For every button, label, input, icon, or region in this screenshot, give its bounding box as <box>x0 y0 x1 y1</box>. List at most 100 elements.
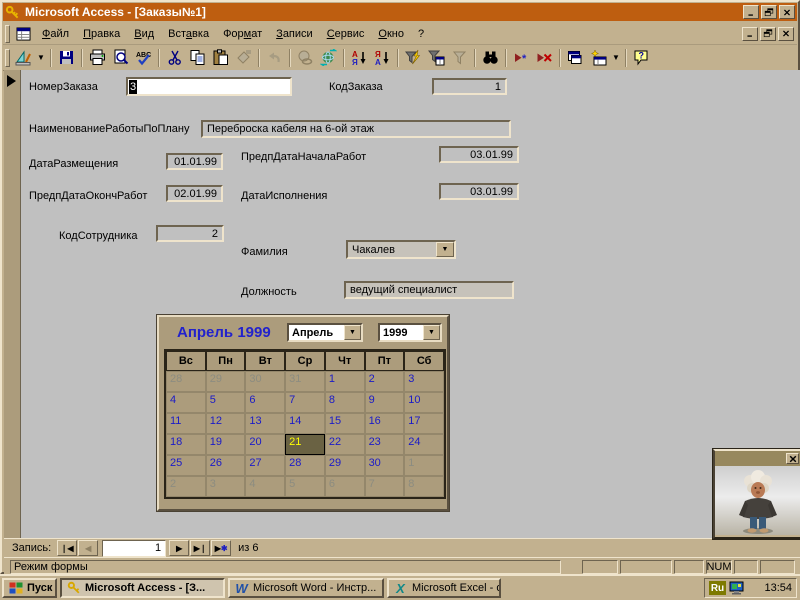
task-access[interactable]: Microsoft Access - [З... <box>60 578 225 598</box>
menu-item-Файл[interactable]: Файл <box>35 25 76 43</box>
field-kod-sotrudnika[interactable]: 2 <box>156 225 224 242</box>
delete-record-button[interactable] <box>533 47 556 69</box>
calendar-month-dropdown-icon[interactable]: ▼ <box>344 325 361 340</box>
menu-item-Правка[interactable]: Правка <box>76 25 127 43</box>
calendar-day-cell[interactable]: 28 <box>166 371 206 392</box>
calendar-day-cell[interactable]: 11 <box>166 413 206 434</box>
task-word[interactable]: W Microsoft Word - Инстр... <box>228 578 384 598</box>
calendar-day-cell[interactable]: 9 <box>365 392 405 413</box>
cut-button[interactable] <box>163 47 186 69</box>
field-kod-zakaza[interactable]: 1 <box>432 78 507 95</box>
calendar-day-cell[interactable]: 8 <box>404 476 444 497</box>
calendar-day-cell[interactable]: 14 <box>285 413 325 434</box>
calendar-day-cell[interactable]: 3 <box>206 476 246 497</box>
picture-window-close-button[interactable] <box>786 453 799 464</box>
calendar-day-cell[interactable]: 5 <box>206 392 246 413</box>
calendar-day-cell[interactable]: 23 <box>365 434 405 455</box>
new-object-button[interactable] <box>587 47 610 69</box>
calendar-day-cell[interactable]: 21 <box>285 434 325 455</box>
calendar-day-cell[interactable]: 15 <box>325 413 365 434</box>
menu-item-?[interactable]: ? <box>411 25 431 43</box>
calendar-day-cell[interactable]: 6 <box>245 392 285 413</box>
help-button[interactable]: ? <box>630 47 653 69</box>
menu-item-Записи[interactable]: Записи <box>269 25 320 43</box>
calendar-day-cell[interactable]: 12 <box>206 413 246 434</box>
calendar-day-cell[interactable]: 2 <box>166 476 206 497</box>
calendar-day-cell[interactable]: 27 <box>245 455 285 476</box>
save-button[interactable] <box>55 47 78 69</box>
view-dropdown-button[interactable]: ▼ <box>35 47 47 69</box>
calendar-day-cell[interactable]: 10 <box>404 392 444 413</box>
display-tray-icon[interactable] <box>729 581 744 595</box>
calendar-day-cell[interactable]: 20 <box>245 434 285 455</box>
record-selector-bar[interactable] <box>4 70 21 538</box>
calendar-day-cell[interactable]: 7 <box>365 476 405 497</box>
print-button[interactable] <box>86 47 109 69</box>
calendar-day-cell[interactable]: 5 <box>285 476 325 497</box>
sort-descending-button[interactable]: ЯА <box>371 47 394 69</box>
format-painter-button[interactable] <box>232 47 255 69</box>
calendar-day-cell[interactable]: 6 <box>325 476 365 497</box>
calendar-day-cell[interactable]: 24 <box>404 434 444 455</box>
field-naimenovanie[interactable]: Переброска кабеля на 6-ой этаж <box>201 120 511 138</box>
calendar-day-cell[interactable]: 29 <box>325 455 365 476</box>
calendar-day-cell[interactable]: 2 <box>365 371 405 392</box>
print-preview-button[interactable] <box>109 47 132 69</box>
calendar-day-cell[interactable]: 29 <box>206 371 246 392</box>
close-button[interactable] <box>779 5 795 19</box>
form-system-icon[interactable] <box>16 27 31 41</box>
menu-grip[interactable] <box>5 25 10 43</box>
mdi-minimize-button[interactable] <box>742 27 758 41</box>
view-design-button[interactable] <box>12 47 35 69</box>
calendar-day-cell[interactable]: 4 <box>245 476 285 497</box>
calendar-day-cell[interactable]: 1 <box>325 371 365 392</box>
menu-item-Формат[interactable]: Формат <box>216 25 269 43</box>
calendar-day-cell[interactable]: 3 <box>404 371 444 392</box>
calendar-day-cell[interactable]: 7 <box>285 392 325 413</box>
restore-button[interactable] <box>761 5 777 19</box>
combo-familiya-dropdown-icon[interactable]: ▼ <box>436 242 454 257</box>
previous-record-button[interactable]: ◀ <box>78 540 98 556</box>
insert-hyperlink-button[interactable] <box>294 47 317 69</box>
menu-item-Окно[interactable]: Окно <box>371 25 411 43</box>
task-excel[interactable]: X Microsoft Excel - описа... <box>387 578 501 598</box>
start-button[interactable]: Пуск <box>2 578 57 598</box>
calendar-day-cell[interactable]: 18 <box>166 434 206 455</box>
new-record-nav-button[interactable]: ▶✱ <box>211 540 231 556</box>
new-record-button[interactable]: * <box>510 47 533 69</box>
menu-item-Вставка[interactable]: Вставка <box>161 25 216 43</box>
copy-button[interactable] <box>186 47 209 69</box>
calendar-day-cell[interactable]: 30 <box>365 455 405 476</box>
calendar-day-cell[interactable]: 26 <box>206 455 246 476</box>
taskbar-clock[interactable]: 13:54 <box>764 582 792 594</box>
calendar-day-cell[interactable]: 16 <box>365 413 405 434</box>
paste-button[interactable] <box>209 47 232 69</box>
calendar-day-cell[interactable]: 4 <box>166 392 206 413</box>
combo-familiya[interactable]: Чакалев ▼ <box>346 240 456 259</box>
calendar-day-cell[interactable]: 28 <box>285 455 325 476</box>
calendar-day-cell[interactable]: 25 <box>166 455 206 476</box>
field-dolzhnost[interactable]: ведущий специалист <box>344 281 514 299</box>
web-toolbar-button[interactable] <box>317 47 340 69</box>
calendar-month-select[interactable]: Апрель ▼ <box>287 323 363 342</box>
field-predp-data-nachala[interactable]: 03.01.99 <box>439 146 519 163</box>
filter-by-form-button[interactable] <box>425 47 448 69</box>
language-indicator[interactable]: Ru <box>709 581 726 595</box>
apply-filter-button[interactable] <box>448 47 471 69</box>
calendar-day-cell[interactable]: 19 <box>206 434 246 455</box>
new-object-dropdown-button[interactable]: ▼ <box>610 47 622 69</box>
current-record-input[interactable]: 1 <box>102 540 166 557</box>
first-record-button[interactable]: ❘◀ <box>57 540 77 556</box>
field-data-razmeshcheniya[interactable]: 01.01.99 <box>166 153 223 170</box>
undo-button[interactable] <box>263 47 286 69</box>
calendar-day-cell[interactable]: 31 <box>285 371 325 392</box>
spelling-button[interactable]: ABC <box>132 47 155 69</box>
next-record-button[interactable]: ▶ <box>169 540 189 556</box>
input-nomer-zakaza[interactable]: 3 <box>126 77 292 96</box>
database-window-button[interactable] <box>564 47 587 69</box>
menu-item-Сервис[interactable]: Сервис <box>320 25 372 43</box>
calendar-day-cell[interactable]: 13 <box>245 413 285 434</box>
filter-by-selection-button[interactable] <box>402 47 425 69</box>
calendar-year-dropdown-icon[interactable]: ▼ <box>423 325 440 340</box>
picture-window-title-bar[interactable] <box>715 451 800 466</box>
